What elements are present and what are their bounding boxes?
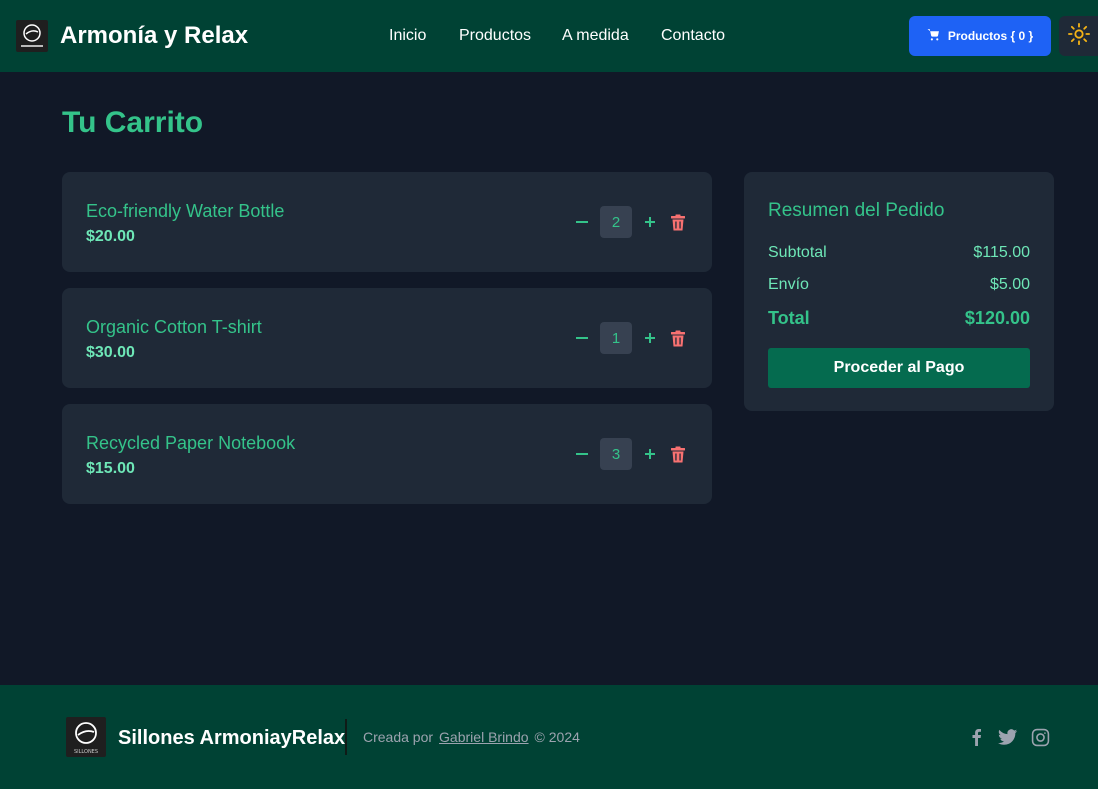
credits-text: Creada por: [363, 729, 434, 745]
total-label: Total: [768, 308, 810, 328]
remove-item-button[interactable]: [668, 328, 688, 348]
twitter-icon: [998, 728, 1018, 745]
subtotal-value: $115.00: [973, 244, 1030, 261]
theme-toggle-button[interactable]: [1059, 16, 1098, 56]
checkout-button[interactable]: Proceder al Pago: [768, 348, 1030, 388]
item-price: $20.00: [86, 228, 135, 245]
plus-icon: [645, 217, 655, 227]
minus-icon: [576, 453, 588, 455]
trash-icon: [671, 446, 685, 462]
minus-icon: [576, 337, 588, 339]
subtotal-label: Subtotal: [768, 244, 827, 261]
increase-quantity-button[interactable]: [640, 208, 660, 236]
facebook-icon: [972, 729, 981, 746]
cart-item: Organic Cotton T-shirt $30.00 1: [62, 288, 712, 388]
brand-logo[interactable]: [16, 20, 48, 52]
nav-link-contacto[interactable]: Contacto: [661, 27, 725, 45]
increase-quantity-button[interactable]: [640, 440, 660, 468]
decrease-quantity-button[interactable]: [572, 208, 592, 236]
instagram-icon: [1031, 728, 1049, 746]
instagram-link[interactable]: [1030, 727, 1050, 747]
increase-quantity-button[interactable]: [640, 324, 660, 352]
total-value: $120.00: [964, 308, 1030, 328]
item-price: $15.00: [86, 460, 135, 477]
nav-link-a-medida[interactable]: A medida: [562, 27, 629, 45]
site-header: Armonía y Relax Inicio Productos A medid…: [0, 0, 1098, 72]
item-price: $30.00: [86, 344, 135, 361]
svg-text:SILLONES: SILLONES: [74, 749, 98, 755]
author-link[interactable]: Gabriel Brindo: [439, 729, 529, 745]
page-title: Tu Carrito: [62, 106, 204, 139]
summary-title: Resumen del Pedido: [768, 200, 945, 221]
subtotal-row: Subtotal $115.00: [768, 244, 1030, 262]
item-name: Organic Cotton T-shirt: [86, 317, 262, 337]
copyright-text: © 2024: [534, 729, 580, 745]
plus-icon: [645, 333, 655, 343]
total-row: Total $120.00: [768, 308, 1030, 329]
shipping-row: Envío $5.00: [768, 276, 1030, 294]
cart-item: Recycled Paper Notebook $15.00 3: [62, 404, 712, 504]
plus-icon: [645, 449, 655, 459]
footer-credits: Creada por Gabriel Brindo © 2024: [363, 729, 580, 745]
remove-item-button[interactable]: [668, 444, 688, 464]
trash-icon: [671, 214, 685, 230]
shipping-label: Envío: [768, 276, 809, 293]
decrease-quantity-button[interactable]: [572, 440, 592, 468]
cart-icon: [927, 28, 940, 44]
cart-button[interactable]: Productos { 0 }: [909, 16, 1051, 56]
footer-brand: Sillones ArmoniayRelax: [118, 727, 346, 749]
item-name: Eco-friendly Water Bottle: [86, 201, 285, 221]
quantity-value: 1: [600, 322, 632, 354]
minus-icon: [576, 221, 588, 223]
shipping-value: $5.00: [989, 276, 1030, 293]
trash-icon: [671, 330, 685, 346]
cart-item: Eco-friendly Water Bottle $20.00 2: [62, 172, 712, 272]
footer-logo[interactable]: SILLONES: [66, 717, 106, 757]
item-name: Recycled Paper Notebook: [86, 433, 296, 453]
site-footer: SILLONES Sillones ArmoniayRelax Creada p…: [0, 685, 1098, 789]
decrease-quantity-button[interactable]: [572, 324, 592, 352]
order-summary: Resumen del Pedido Subtotal $115.00 Enví…: [744, 172, 1054, 411]
cart-button-label: Productos { 0 }: [947, 29, 1034, 43]
footer-divider: [345, 719, 347, 755]
remove-item-button[interactable]: [668, 212, 688, 232]
quantity-value: 3: [600, 438, 632, 470]
twitter-link[interactable]: [998, 727, 1018, 747]
brand-name[interactable]: Armonía y Relax: [60, 22, 248, 50]
quantity-value: 2: [600, 206, 632, 238]
sun-icon: [1067, 22, 1090, 50]
facebook-link[interactable]: [966, 727, 986, 747]
nav-link-inicio[interactable]: Inicio: [389, 27, 426, 45]
nav-link-productos[interactable]: Productos: [459, 27, 531, 45]
